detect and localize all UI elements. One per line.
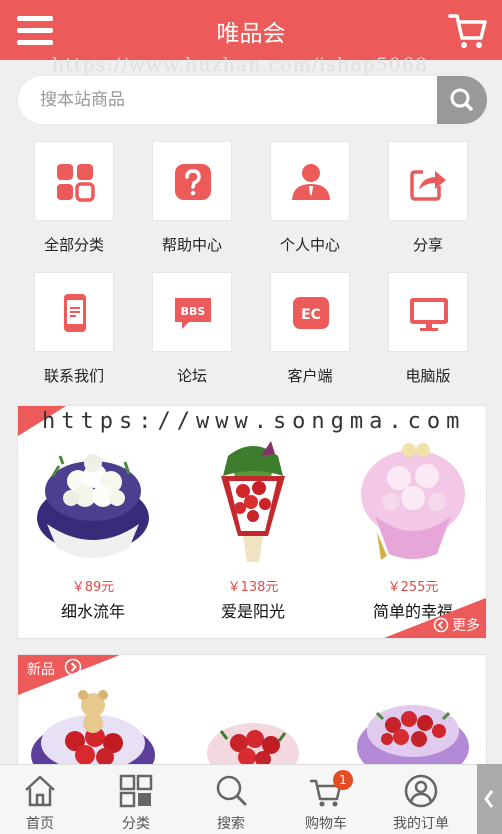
nav-item-client[interactable]: EC 客户端 (253, 272, 371, 402)
nav-label: 个人中心 (279, 236, 340, 254)
watermark-text: https://www.huzhan.com/ishop5068 (52, 54, 429, 76)
nav-label: 论坛 (176, 367, 207, 385)
user-icon (292, 164, 330, 200)
search-button[interactable] (437, 76, 487, 124)
nav-tile (270, 141, 350, 221)
nav-tile (34, 141, 114, 221)
arrow-right-circle-icon (64, 658, 82, 676)
search-bar (18, 76, 487, 124)
page-title: 唯品会 (216, 21, 286, 47)
tab-category[interactable]: 分类 (88, 765, 184, 834)
cart-icon[interactable] (448, 12, 488, 50)
nav-label: 联系我们 (43, 367, 104, 385)
nav-item-share[interactable]: 分享 (371, 141, 489, 271)
monitor-icon (410, 298, 448, 331)
bottom-tab-bar: 首页 分类 搜索 1 购物车 我的订单 (0, 764, 502, 834)
tab-label: 分类 (122, 816, 150, 832)
nav-item-desktop-version[interactable]: 电脑版 (371, 272, 489, 402)
product-image (37, 454, 149, 558)
new-label: 新品 (27, 662, 55, 678)
more-link[interactable]: 更多 (433, 615, 480, 635)
nav-tile (152, 141, 232, 221)
product-image[interactable] (23, 683, 163, 774)
nav-label: 全部分类 (43, 236, 104, 254)
arrow-left-circle-icon (433, 617, 449, 633)
tab-label: 购物车 (305, 816, 347, 832)
collapse-toggle[interactable] (477, 764, 502, 834)
product-price: ￥89元 (71, 580, 115, 595)
tab-cart[interactable]: 1 购物车 (278, 765, 374, 834)
tab-home[interactable]: 首页 (0, 765, 88, 834)
product-price: ￥255元 (387, 580, 439, 595)
nav-item-personal-center[interactable]: 个人中心 (253, 141, 371, 271)
chevron-left-icon (484, 790, 494, 808)
product-image (361, 443, 465, 560)
nav-label: 分享 (412, 236, 443, 254)
product-price: ￥138元 (227, 580, 279, 595)
product-name: 爱是阳光 (220, 602, 285, 621)
home-icon (25, 775, 55, 807)
nav-label: 电脑版 (405, 367, 451, 385)
tab-label: 首页 (26, 816, 54, 832)
nav-tile (34, 272, 114, 352)
nav-item-contact-us[interactable]: 联系我们 (17, 272, 135, 402)
nav-label: 客户端 (287, 367, 333, 385)
nav-label: 帮助中心 (161, 236, 222, 254)
share-icon (410, 170, 446, 201)
tab-label: 搜索 (217, 816, 245, 832)
svg-text:EC: EC (301, 307, 321, 323)
phone-icon (64, 294, 86, 332)
bbs-icon: BBS (175, 298, 211, 329)
search-input[interactable] (18, 76, 436, 124)
cart-count-badge: 1 (333, 770, 353, 790)
nav-tile (388, 141, 468, 221)
svg-text:BBS: BBS (181, 305, 206, 318)
category-icon (119, 774, 153, 808)
nav-tile: BBS (152, 272, 232, 352)
product-panel: https://www.songma.com ￥89元 细水流年 ￥138元 爱… (17, 405, 487, 639)
grid-icon (57, 164, 95, 202)
product-name: 细水流年 (60, 602, 125, 621)
nav-item-forum[interactable]: BBS 论坛 (135, 272, 253, 402)
tab-my-orders[interactable]: 我的订单 (373, 765, 469, 834)
product-image[interactable] (343, 683, 483, 774)
product-image[interactable] (183, 683, 323, 774)
product-image (221, 441, 285, 562)
tab-search[interactable]: 搜索 (183, 765, 279, 834)
search-icon (216, 775, 247, 806)
nav-item-all-categories[interactable]: 全部分类 (17, 141, 135, 271)
more-label: 更多 (452, 618, 480, 634)
new-products-panel: 新品 (17, 654, 487, 774)
app-header: 唯品会 (0, 0, 502, 60)
nav-tile: EC (270, 272, 350, 352)
search-icon (450, 88, 473, 111)
watermark-text: https://www.songma.com (42, 409, 466, 434)
tab-label: 我的订单 (393, 816, 449, 832)
nav-tile (388, 272, 468, 352)
nav-item-help[interactable]: 帮助中心 (135, 141, 253, 271)
user-circle-icon (404, 774, 438, 808)
ec-icon: EC (293, 297, 329, 329)
question-icon (175, 164, 211, 200)
